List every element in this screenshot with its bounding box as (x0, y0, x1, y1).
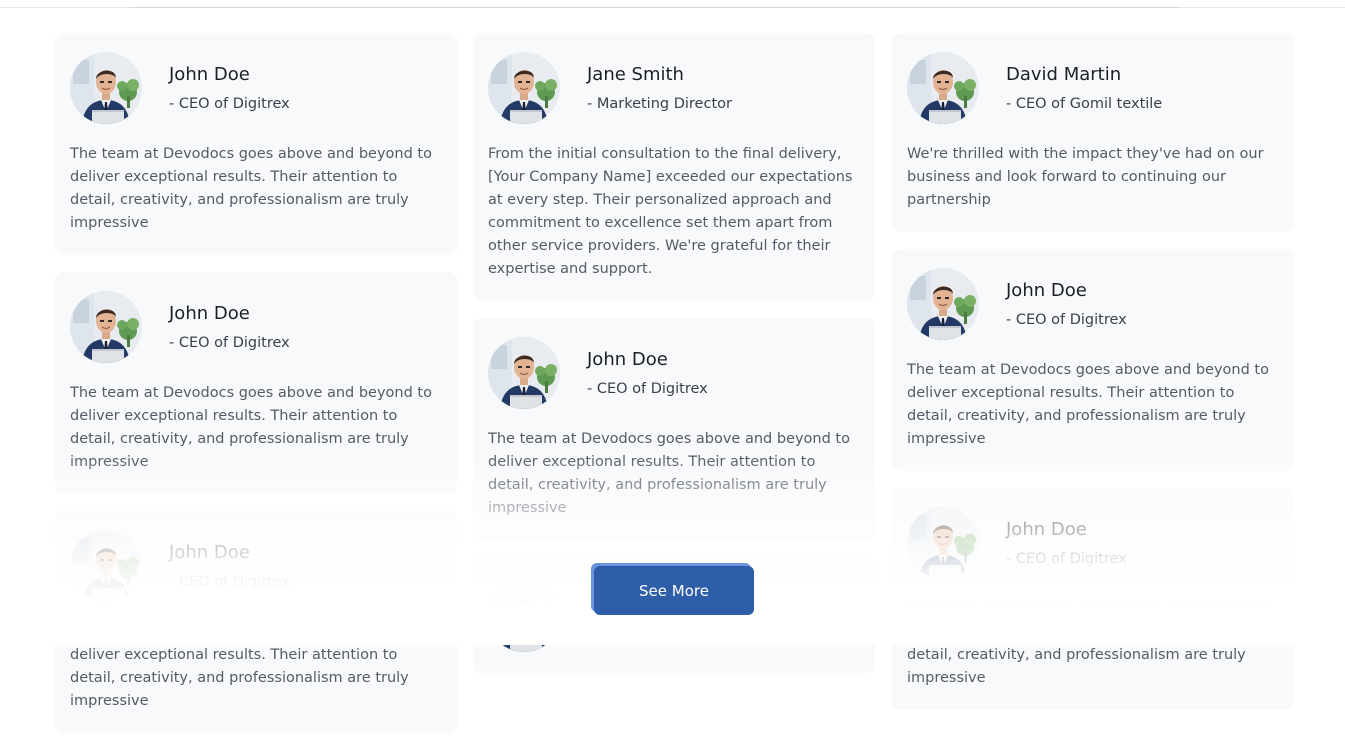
testimonial-quote: The team at Devodocs goes above and beyo… (488, 431, 850, 516)
testimonial-quote: The team at Devodocs goes above and beyo… (70, 146, 432, 231)
author-name: John Doe (587, 348, 668, 370)
avatar-icon (70, 52, 142, 124)
avatar-icon (488, 580, 560, 652)
testimonial-card: David Martin - CEO of Gomil textile We'r… (892, 33, 1294, 232)
author-name: David Martin (1006, 63, 1122, 85)
testimonial-header: John Doe - CEO of Digitrex (70, 529, 442, 603)
top-divider-highlight (130, 7, 1180, 8)
testimonial-quote: From the initial consultation to the fin… (488, 146, 853, 277)
avatar-icon (907, 268, 979, 340)
testimonial-header: David Martin - CEO of Gomil textile (907, 51, 1279, 125)
testimonial-card: John Doe - CEO of Digitrex The team at D… (892, 249, 1294, 471)
testimonial-card: John Doe - CEO of Digitrex The team at D… (55, 272, 457, 494)
author-role: - CEO of Digitrex (1006, 311, 1127, 328)
avatar-icon (907, 507, 979, 579)
testimonial-quote: The team at Devodocs goes above and beyo… (70, 624, 432, 709)
avatar-icon (70, 291, 142, 363)
avatar-icon (488, 337, 560, 409)
see-more-button[interactable]: See More (594, 566, 754, 615)
testimonial-author: David Martin - CEO of Gomil textile (1006, 64, 1162, 113)
author-name: John Doe (169, 302, 250, 324)
author-role: - CEO of Digitrex (169, 573, 290, 590)
testimonial-quote: The team at Devodocs goes above and beyo… (907, 362, 1269, 447)
author-role: - CEO of Gomil textile (1006, 95, 1163, 112)
testimonial-quote: The team at Devodocs goes above and beyo… (907, 601, 1269, 686)
author-name: John Doe (169, 63, 250, 85)
testimonial-column-3: David Martin - CEO of Gomil textile We'r… (892, 33, 1294, 727)
testimonial-card: John Doe - CEO of Digitrex The team at D… (55, 33, 457, 255)
testimonial-quote: We're thrilled with the impact they've h… (907, 146, 1264, 208)
testimonial-author: John Doe - CEO of Digitrex (169, 64, 290, 113)
testimonial-header: John Doe - CEO of Digitrex (488, 336, 860, 410)
testimonial-card: John Doe - CEO of Digitrex The team at D… (892, 488, 1294, 710)
testimonial-author: John Doe - CEO of Digitrex (1006, 519, 1127, 568)
author-role: - CEO of Digitrex (1006, 550, 1127, 567)
testimonial-card: Jane Smith - Marketing Director From the… (473, 33, 875, 301)
testimonial-author: John Doe - CEO of Digitrex (169, 542, 290, 591)
testimonial-column-1: John Doe - CEO of Digitrex The team at D… (55, 33, 457, 750)
avatar-icon (488, 52, 560, 124)
testimonial-card: John Doe - CEO of Digitrex The team at D… (55, 511, 457, 733)
top-divider (0, 7, 1345, 8)
testimonial-header: Jane Smith - Marketing Director (488, 51, 860, 125)
author-name: John Doe (1006, 518, 1087, 540)
author-name: John Doe (1006, 279, 1087, 301)
author-role: - CEO of Digitrex (587, 380, 708, 397)
avatar-icon (907, 52, 979, 124)
testimonial-author: John Doe - CEO of Digitrex (587, 349, 708, 398)
author-role: - Marketing Director (587, 95, 732, 112)
author-role: - CEO of Digitrex (169, 334, 290, 351)
testimonial-header: John Doe - CEO of Digitrex (907, 506, 1279, 580)
testimonial-card: John Doe - CEO of Digitrex The team at D… (473, 318, 875, 540)
testimonial-quote: The team at Devodocs goes above and beyo… (70, 385, 432, 470)
author-name: Jane Smith (587, 63, 684, 85)
testimonial-author: John Doe - CEO of Digitrex (169, 303, 290, 352)
testimonial-header: John Doe - CEO of Digitrex (907, 267, 1279, 341)
testimonial-author: Jane Smith - Marketing Director (587, 64, 732, 113)
author-name: John Doe (169, 541, 250, 563)
avatar-icon (70, 530, 142, 602)
testimonial-author: John Doe - CEO of Digitrex (1006, 280, 1127, 329)
testimonial-header: John Doe - CEO of Digitrex (70, 51, 442, 125)
author-role: - CEO of Digitrex (169, 95, 290, 112)
testimonial-header: John Doe - CEO of Digitrex (70, 290, 442, 364)
